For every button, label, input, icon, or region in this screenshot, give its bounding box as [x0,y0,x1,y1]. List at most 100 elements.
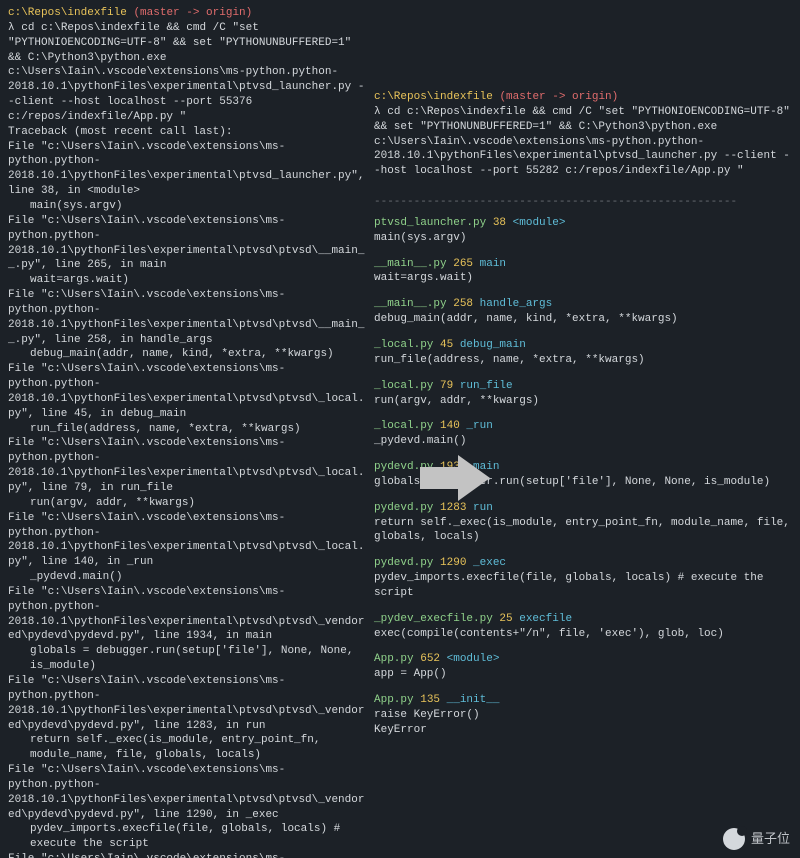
pretty-frame-header: App.py 135 __init__ [374,693,792,708]
traceback-file-line: File "c:\Users\Iain\.vscode\extensions\m… [8,852,366,858]
frame-function: <module> [513,217,566,229]
watermark-text: 量子位 [751,830,790,848]
right-panel-pretty-traceback: c:\Repos\indexfile (master -> origin) λ … [370,0,800,858]
prompt-path: c:\Repos\indexfile [8,7,127,19]
pretty-frame-header: pydevd.py 1290 _exec [374,556,792,571]
command-text: cd c:\Repos\indexfile && cmd /C "set "PY… [8,22,364,123]
frame-lineno: 265 [453,258,479,270]
frame-lineno: 25 [499,613,519,625]
frame-function: <module> [447,653,500,665]
traceback-header: Traceback (most recent call last): [8,125,366,140]
frame-filename: _local.py [374,339,440,351]
traceback-code-line: run_file(address, name, *extra, **kwargs… [8,422,366,437]
prompt-branch: (master -> origin) [133,7,252,19]
traceback-code-line: return self._exec(is_module, entry_point… [8,733,366,763]
traceback-file-line: File "c:\Users\Iain\.vscode\extensions\m… [8,436,366,495]
pretty-frame: _pydev_execfile.py 25 execfileexec(compi… [374,612,792,642]
pretty-frame: ptvsd_launcher.py 38 <module>main(sys.ar… [374,216,792,246]
frame-function: debug_main [460,339,526,351]
prompt-symbol: λ [374,106,381,118]
traceback-code-line: pydev_imports.execfile(file, globals, lo… [8,822,366,852]
traceback-code-line: _pydevd.main() [8,570,366,585]
traceback-code-line: main(sys.argv) [8,199,366,214]
frame-filename: ptvsd_launcher.py [374,217,493,229]
pretty-frame-header: App.py 652 <module> [374,652,792,667]
command-text: cd c:\Repos\indexfile && cmd /C "set "PY… [374,106,790,177]
frame-code: _pydevd.main() [374,434,792,449]
pretty-frame: pydevd.py 1290 _execpydev_imports.execfi… [374,556,792,601]
separator-line: ----------------------------------------… [374,195,792,210]
traceback-file-line: File "c:\Users\Iain\.vscode\extensions\m… [8,511,366,570]
pretty-frame: __main__.py 258 handle_argsdebug_main(ad… [374,297,792,327]
frame-lineno: 652 [420,653,446,665]
traceback-file-line: File "c:\Users\Iain\.vscode\extensions\m… [8,140,366,199]
frame-code: pydev_imports.execfile(file, globals, lo… [374,571,792,601]
pretty-frame: __main__.py 265 mainwait=args.wait) [374,257,792,287]
shell-command-left: λ cd c:\Repos\indexfile && cmd /C "set "… [8,21,366,125]
frame-filename: _pydev_execfile.py [374,613,499,625]
traceback-file-line: File "c:\Users\Iain\.vscode\extensions\m… [8,674,366,733]
traceback-code-line: globals = debugger.run(setup['file'], No… [8,644,366,674]
frame-code: exec(compile(contents+"/n", file, 'exec'… [374,627,792,642]
frame-lineno: 1290 [440,557,473,569]
frame-lineno: 258 [453,298,479,310]
pretty-frame: App.py 135 __init__raise KeyError()KeyEr… [374,693,792,738]
traceback-code-line: debug_main(addr, name, kind, *extra, **k… [8,347,366,362]
pretty-frame: App.py 652 <module>app = App() [374,652,792,682]
frame-lineno: 140 [440,420,466,432]
shell-command-right: λ cd c:\Repos\indexfile && cmd /C "set "… [374,105,792,179]
frame-code: run(argv, addr, **kwargs) [374,394,792,409]
frame-lineno: 45 [440,339,460,351]
traceback-file-line: File "c:\Users\Iain\.vscode\extensions\m… [8,362,366,421]
pretty-frame-header: _pydev_execfile.py 25 execfile [374,612,792,627]
frame-code: return self._exec(is_module, entry_point… [374,516,792,546]
prompt-branch: (master -> origin) [499,91,618,103]
frame-code: app = App() [374,667,792,682]
pretty-frame-header: _local.py 79 run_file [374,379,792,394]
pretty-frame-header: ptvsd_launcher.py 38 <module> [374,216,792,231]
frame-filename: _local.py [374,420,440,432]
frame-filename: App.py [374,694,420,706]
frame-code: raise KeyError() [374,708,792,723]
frame-code: debug_main(addr, name, kind, *extra, **k… [374,312,792,327]
frame-filename: _local.py [374,380,440,392]
traceback-code-line: wait=args.wait) [8,273,366,288]
pretty-frame: _local.py 45 debug_main run_file(address,… [374,338,792,368]
watermark: 量子位 [723,828,790,850]
traceback-file-line: File "c:\Users\Iain\.vscode\extensions\m… [8,288,366,347]
frame-filename: pydevd.py [374,557,440,569]
frame-filename: App.py [374,653,420,665]
pretty-frame: pydevd.py 1283 runreturn self._exec(is_m… [374,501,792,546]
watermark-icon [723,828,745,850]
shell-prompt-right: c:\Repos\indexfile (master -> origin) [374,90,792,105]
traceback-file-line: File "c:\Users\Iain\.vscode\extensions\m… [8,214,366,273]
frame-function: __init__ [447,694,500,706]
traceback-file-line: File "c:\Users\Iain\.vscode\extensions\m… [8,585,366,644]
comparison-container: c:\Repos\indexfile (master -> origin) λ … [0,0,800,858]
left-panel-original-traceback: c:\Repos\indexfile (master -> origin) λ … [0,0,370,858]
pretty-frame-header: _local.py 140 _run [374,419,792,434]
traceback-frames-left: File "c:\Users\Iain\.vscode\extensions\m… [8,140,366,858]
pretty-frame-header: __main__.py 258 handle_args [374,297,792,312]
frame-function: handle_args [480,298,553,310]
frame-filename: __main__.py [374,258,453,270]
arrow-icon [420,455,490,507]
pretty-frame: _local.py 79 run_filerun(argv, addr, **k… [374,379,792,409]
frame-code: wait=args.wait) [374,271,792,286]
traceback-file-line: File "c:\Users\Iain\.vscode\extensions\m… [8,763,366,822]
frame-function: _run [466,420,492,432]
frame-function: execfile [519,613,572,625]
pretty-frame-header: __main__.py 265 main [374,257,792,272]
frame-lineno: 135 [420,694,446,706]
shell-prompt-left: c:\Repos\indexfile (master -> origin) [8,6,366,21]
frame-lineno: 79 [440,380,460,392]
pretty-frame: _local.py 140 _run_pydevd.main() [374,419,792,449]
frame-code: run_file(address, name, *extra, **kwargs… [374,353,792,368]
frame-code: main(sys.argv) [374,231,792,246]
frame-filename: __main__.py [374,298,453,310]
traceback-code-line: run(argv, addr, **kwargs) [8,496,366,511]
exception-right: KeyError [374,723,792,738]
prompt-path: c:\Repos\indexfile [374,91,493,103]
frame-function: main [480,258,506,270]
frame-function: run_file [460,380,513,392]
